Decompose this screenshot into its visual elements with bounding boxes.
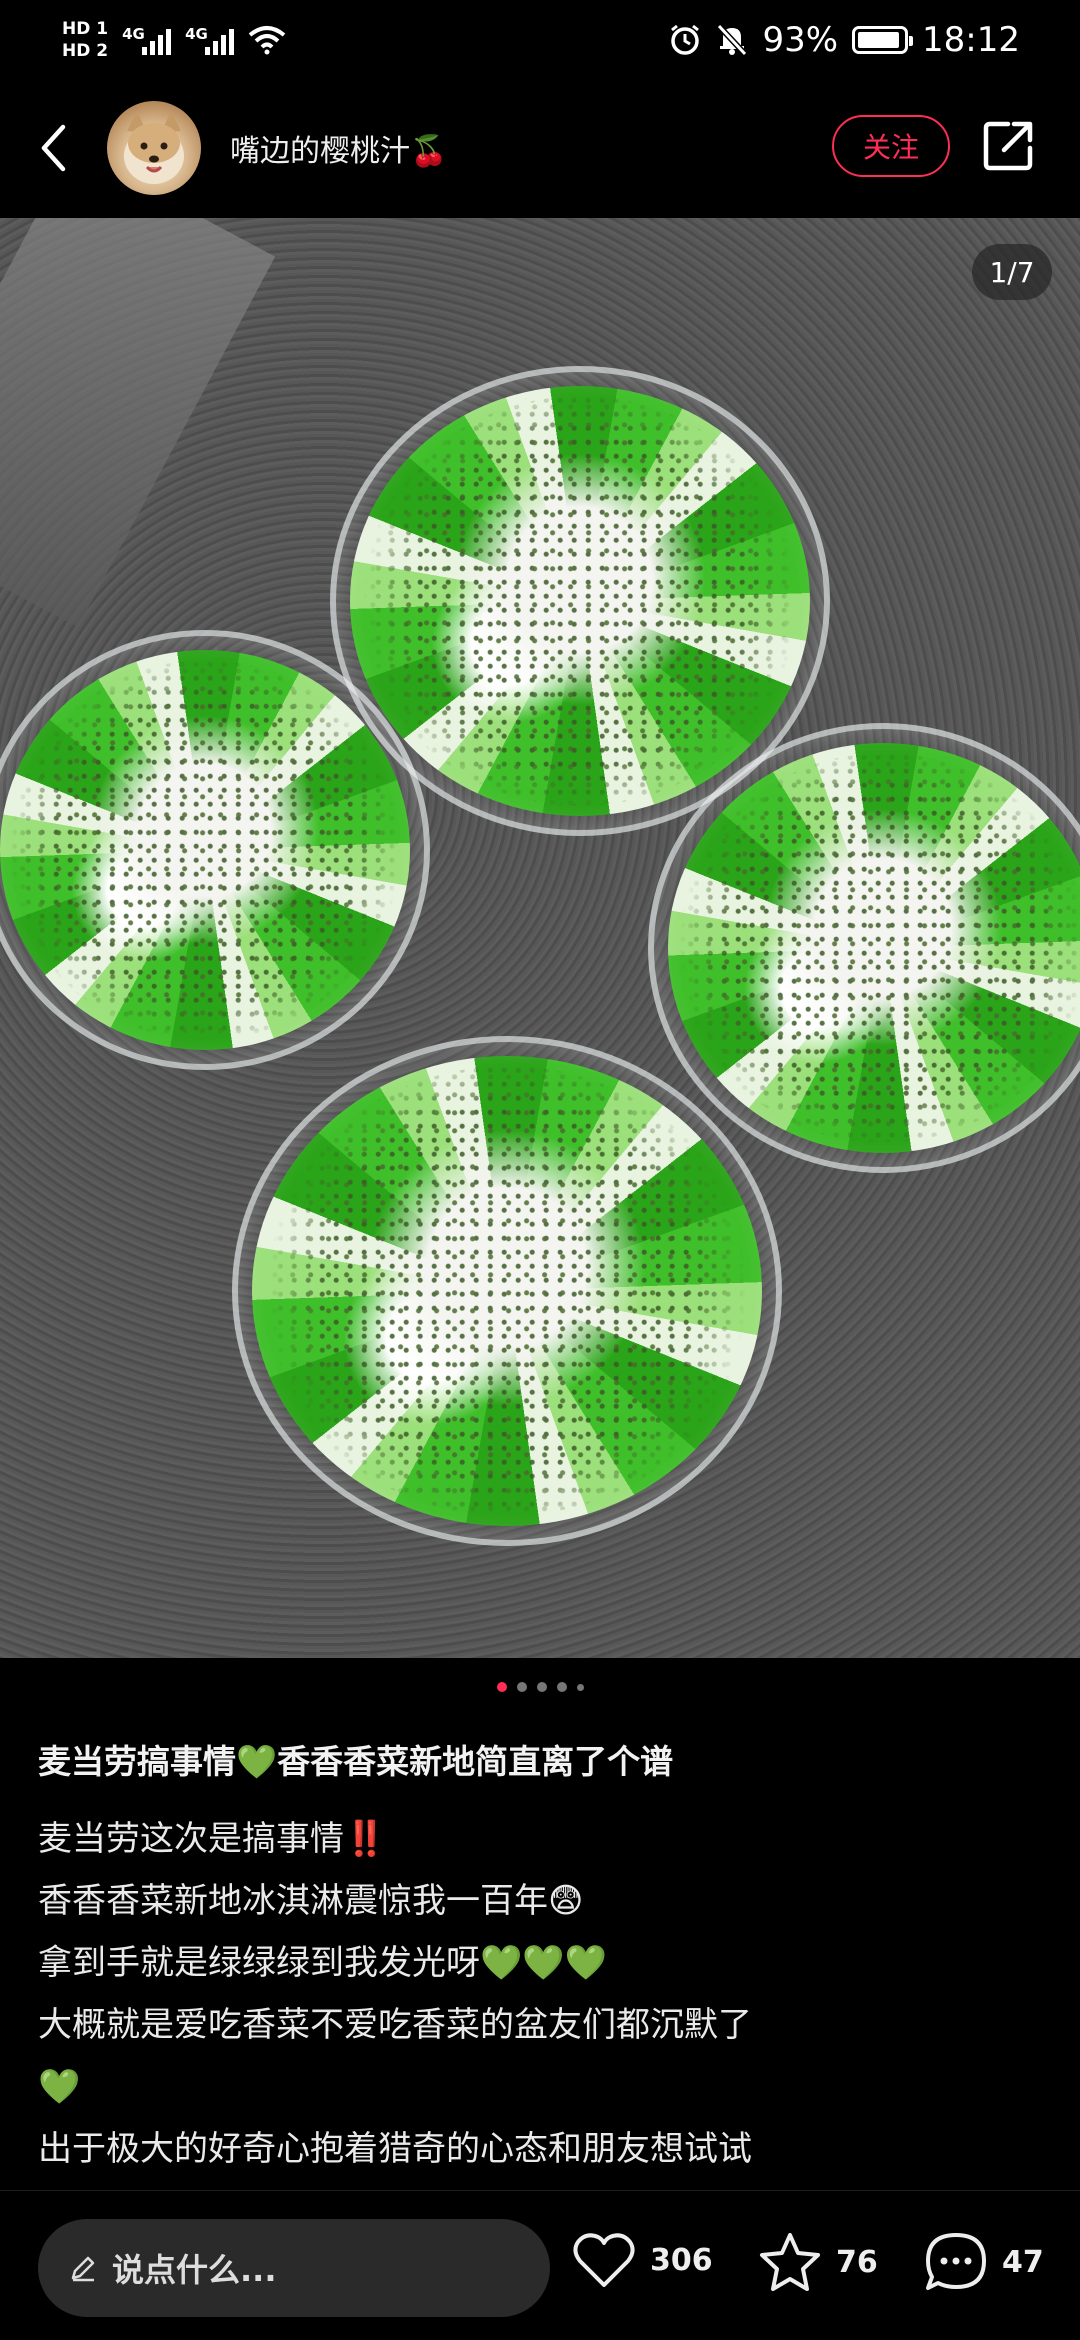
like-button[interactable]: 306 [572, 2231, 713, 2289]
share-icon [983, 121, 1033, 171]
battery-fill [858, 32, 899, 48]
signal-icon-2: 4G [185, 25, 235, 55]
author-username[interactable]: 嘴边的樱桃汁🍒 [230, 126, 447, 170]
sim-labels: HD 1 HD 2 [62, 20, 108, 60]
post-body-line: 拿到手就是绿绿绿到我发光呀💚💚💚 [38, 1943, 608, 1983]
favorite-count: 76 [836, 2244, 878, 2280]
image-pager-dots [0, 1682, 1080, 1692]
pager-dot[interactable] [516, 1682, 527, 1692]
heart-icon [573, 2233, 635, 2287]
post-body-line: 💚 [38, 2067, 81, 2107]
battery-percent: 93% [762, 20, 839, 60]
post-title: 麦当劳搞事情💚香香香菜新地简直离了个谱 [38, 1742, 674, 1781]
post-body: 麦当劳这次是搞事情‼️ 香香香菜新地冰淇淋震惊我一百年😨 拿到手就是绿绿绿到我发… [38, 1808, 1048, 2180]
sundae-cup [0, 630, 430, 1070]
comment-button[interactable]: 47 [924, 2231, 1044, 2293]
comment-count: 47 [1002, 2244, 1044, 2280]
post-image[interactable]: 1/7 [0, 218, 1080, 1658]
dog-avatar-image [124, 111, 184, 184]
pager-dot-active[interactable] [496, 1682, 507, 1692]
pavement-curb [0, 218, 276, 628]
network-type-1: 4G [122, 25, 145, 43]
post-body-line: 大概就是爱吃香菜不爱吃香菜的盆友们都沉默了 [38, 2005, 752, 2045]
image-counter: 1/7 [972, 244, 1052, 300]
like-count: 306 [650, 2242, 713, 2278]
status-bar: HD 1 HD 2 4G 4G 93% 18:12 [0, 0, 1080, 80]
alarm-icon [671, 24, 700, 55]
pager-dot[interactable] [536, 1682, 547, 1692]
comment-icon [926, 2233, 986, 2290]
pencil-icon [71, 2256, 95, 2282]
sim2-label: HD 2 [62, 41, 109, 61]
clock: 18:12 [922, 20, 1020, 60]
post-body-line: 香香香菜新地冰淇淋震惊我一百年😨 [38, 1881, 584, 1921]
favorite-button[interactable]: 76 [758, 2231, 878, 2293]
network-type-2: 4G [185, 25, 208, 43]
back-button[interactable] [28, 118, 78, 178]
back-icon [41, 124, 66, 172]
pager-dot[interactable] [576, 1683, 584, 1691]
author-avatar[interactable] [107, 101, 201, 195]
status-left: HD 1 HD 2 4G 4G [62, 20, 286, 60]
sim1-label: HD 1 [62, 19, 109, 39]
signal-icon-1: 4G [122, 25, 172, 55]
post-body-line: 出于极大的好奇心抱着猎奇的心态和朋友想试试 [38, 2129, 752, 2169]
post-header: 嘴边的樱桃汁🍒 关注 [0, 88, 1080, 208]
comment-placeholder: 说点什么... [112, 2251, 277, 2289]
bottom-action-bar: 说点什么... 306 76 47 [0, 2190, 1080, 2340]
follow-button[interactable]: 关注 [832, 115, 950, 177]
battery-icon [852, 26, 914, 54]
star-icon [760, 2233, 820, 2291]
wifi-icon [248, 26, 286, 55]
status-right: 93% 18:12 [668, 20, 1020, 60]
comment-input[interactable]: 说点什么... [38, 2219, 550, 2317]
pager-dot[interactable] [556, 1682, 567, 1692]
sundae-cup [232, 1036, 782, 1546]
post-body-line: 麦当劳这次是搞事情‼️ [38, 1819, 387, 1859]
share-button[interactable] [980, 118, 1036, 174]
mute-icon [717, 23, 748, 57]
